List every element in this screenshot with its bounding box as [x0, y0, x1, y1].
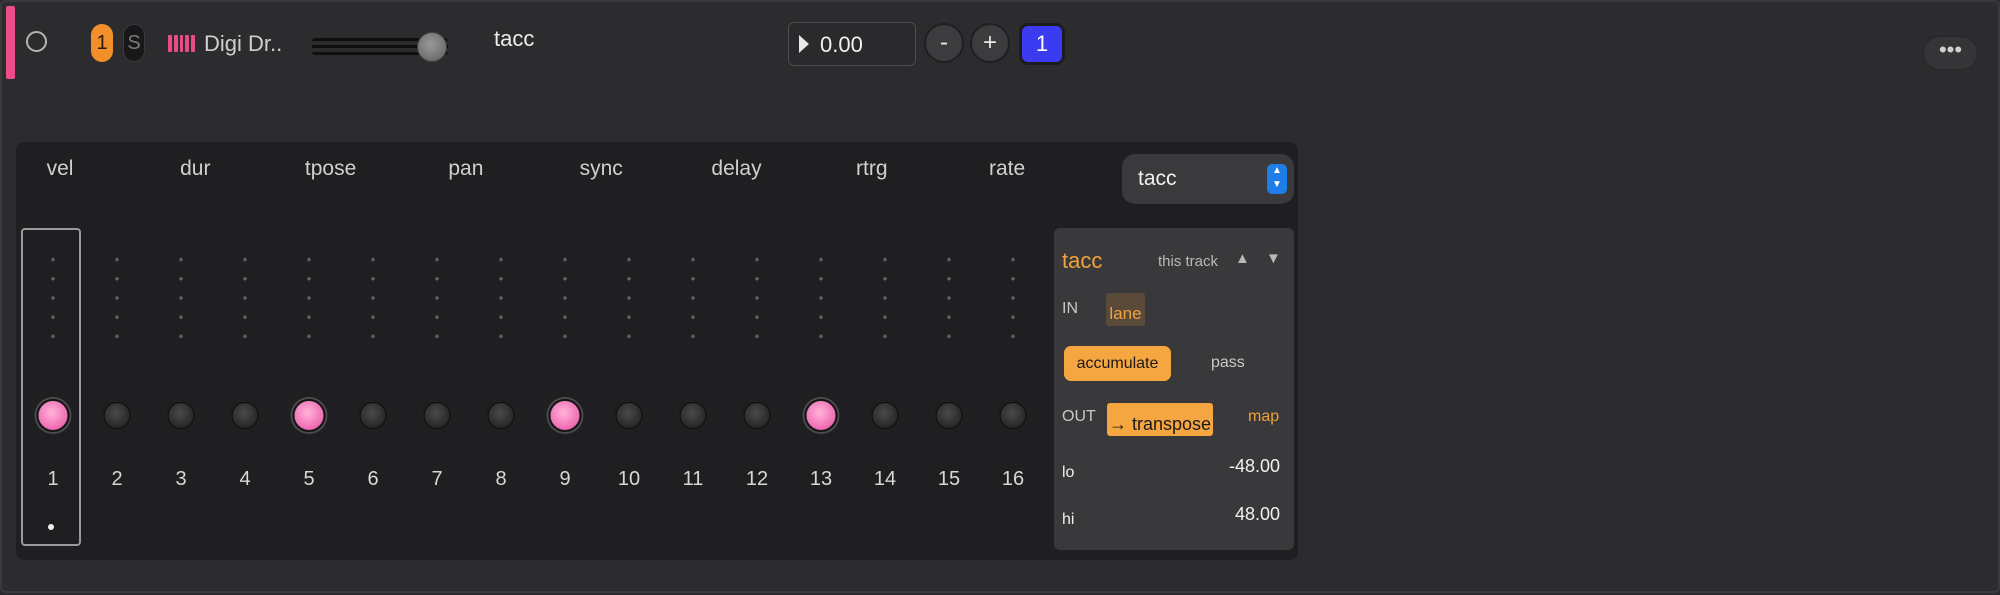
- step-value-dots[interactable]: [755, 250, 759, 346]
- step-number: 12: [745, 468, 769, 490]
- accumulate-button[interactable]: accumulate: [1064, 346, 1171, 381]
- step-value-dots[interactable]: [435, 250, 439, 346]
- step-value-dots[interactable]: [563, 250, 567, 346]
- step-value-dots[interactable]: [691, 250, 695, 346]
- step-value-dots[interactable]: [51, 250, 55, 346]
- step-number: 13: [809, 468, 833, 490]
- step-number: 8: [495, 468, 507, 490]
- step-toggle-9[interactable]: [548, 399, 582, 432]
- lane-tab-pan[interactable]: pan: [448, 157, 483, 181]
- scope-label[interactable]: this track: [1158, 253, 1218, 270]
- lo-value[interactable]: -48.00: [1229, 456, 1280, 477]
- step-toggle-14[interactable]: [871, 402, 899, 429]
- piano-keys-icon: [168, 35, 195, 52]
- step-value-dots[interactable]: [115, 250, 119, 346]
- count-button[interactable]: 1: [1019, 23, 1065, 65]
- step-toggle-10[interactable]: [615, 402, 643, 429]
- out-label: OUT: [1062, 408, 1096, 425]
- step-number: 16: [1001, 468, 1025, 490]
- step-toggle-5[interactable]: [292, 399, 326, 432]
- instrument-name[interactable]: Digi Dr..: [204, 31, 282, 57]
- mod-title: tacc: [1062, 248, 1103, 273]
- step-toggle-3[interactable]: [167, 402, 195, 429]
- volume-fader-knob[interactable]: [417, 32, 447, 62]
- step-toggle-2[interactable]: [103, 402, 131, 429]
- decrement-button[interactable]: -: [924, 23, 964, 63]
- lo-label: lo: [1062, 464, 1075, 481]
- device-window: 1 S Digi Dr.. tacc 0.00 - + 1 ••• vel dur…: [0, 0, 2000, 593]
- step-number: 3: [175, 468, 187, 490]
- step-value-dots[interactable]: [627, 250, 631, 346]
- step-value-dots[interactable]: [1011, 250, 1015, 346]
- step-toggle-4[interactable]: [231, 402, 259, 429]
- lane-tab-rtrg[interactable]: rtrg: [856, 157, 888, 181]
- value-field[interactable]: 0.00: [788, 22, 916, 66]
- step-toggle-11[interactable]: [679, 402, 707, 429]
- step-value-dots[interactable]: [371, 250, 375, 346]
- solo-button[interactable]: S: [123, 24, 145, 62]
- step-value-dots[interactable]: [947, 250, 951, 346]
- move-down-icon[interactable]: ▼: [1266, 250, 1281, 267]
- selected-step-indicator: [48, 524, 54, 530]
- lane-tab-sync[interactable]: sync: [580, 157, 623, 181]
- step-number: 11: [682, 468, 704, 490]
- preset-select[interactable]: tacc ▲ ▼: [1122, 154, 1294, 204]
- increment-button[interactable]: +: [970, 23, 1010, 63]
- step-toggle-7[interactable]: [423, 402, 451, 429]
- track-number-button[interactable]: 1: [91, 24, 113, 62]
- step-toggle-12[interactable]: [743, 402, 771, 429]
- in-source-button[interactable]: lane: [1106, 293, 1145, 326]
- device-title: tacc: [494, 26, 535, 51]
- value-readout: 0.00: [820, 32, 863, 57]
- step-number: 9: [559, 468, 571, 490]
- step-value-dots[interactable]: [179, 250, 183, 346]
- hi-value[interactable]: 48.00: [1235, 504, 1280, 525]
- step-number: 7: [431, 468, 443, 490]
- preset-select-label: tacc: [1138, 167, 1177, 190]
- step-toggle-1[interactable]: [36, 399, 70, 432]
- map-button[interactable]: map: [1248, 408, 1279, 426]
- step-number: 5: [303, 468, 315, 490]
- lane-tab-tpose[interactable]: tpose: [305, 157, 356, 181]
- step-value-dots[interactable]: [499, 250, 503, 346]
- out-target-button[interactable]: → transpose: [1107, 403, 1213, 436]
- step-value-dots[interactable]: [819, 250, 823, 346]
- record-arm-button[interactable]: [26, 31, 47, 52]
- step-value-dots[interactable]: [243, 250, 247, 346]
- modulation-panel: tacc this track ▲ ▼ IN lane accumulate p…: [1054, 228, 1294, 550]
- track-color-bar: [6, 6, 15, 79]
- step-toggle-6[interactable]: [359, 402, 387, 429]
- step-value-dots[interactable]: [883, 250, 887, 346]
- lane-tab-delay[interactable]: delay: [711, 157, 761, 181]
- step-number: 14: [873, 468, 897, 490]
- play-icon[interactable]: [799, 35, 809, 53]
- lane-tab-vel[interactable]: vel: [47, 157, 74, 181]
- step-number: 2: [111, 468, 123, 490]
- step-toggle-16[interactable]: [999, 402, 1027, 429]
- step-number: 1: [47, 468, 59, 490]
- sequencer-panel: vel dur tpose pan sync delay rtrg rate 12345678…: [16, 142, 1298, 560]
- step-toggle-15[interactable]: [935, 402, 963, 429]
- step-number: 15: [937, 468, 961, 490]
- in-label: IN: [1062, 300, 1078, 317]
- move-up-icon[interactable]: ▲: [1235, 250, 1250, 267]
- lane-tab-rate[interactable]: rate: [989, 157, 1025, 181]
- lane-tab-dur[interactable]: dur: [180, 157, 210, 181]
- select-arrows-icon: ▲ ▼: [1267, 164, 1287, 194]
- step-number: 6: [367, 468, 379, 490]
- step-number: 10: [617, 468, 641, 490]
- more-options-button[interactable]: •••: [1923, 36, 1978, 70]
- step-number: 4: [239, 468, 251, 490]
- step-toggle-13[interactable]: [804, 399, 838, 432]
- step-value-dots[interactable]: [307, 250, 311, 346]
- hi-label: hi: [1062, 511, 1075, 528]
- pass-button[interactable]: pass: [1211, 354, 1245, 372]
- step-toggle-8[interactable]: [487, 402, 515, 429]
